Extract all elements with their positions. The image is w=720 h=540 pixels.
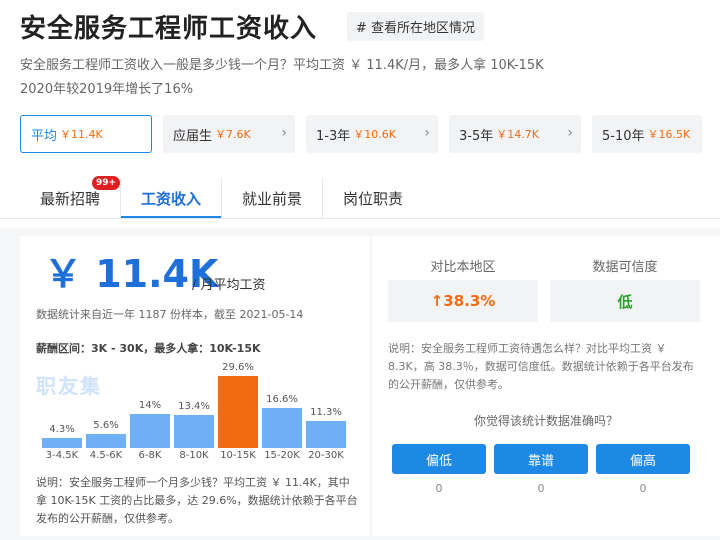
level-1-3-years[interactable]: 1-3年 ￥10.6K › [306,115,438,153]
chevron-right-icon: › [424,125,430,141]
summary: 安全服务工程师工资收入一般是多少钱一个月？平均工资 ￥ 11.4K/月，最多人拿… [20,54,544,102]
experience-level-row: 平均 ￥11.4K 应届生 ￥7.6K › 1-3年 ￥10.6K › 3-5年… [20,115,702,153]
tab-label: 工资收入 [141,189,202,208]
chart-bar [306,421,346,448]
page-title: 安全服务工程师工资收入 [20,14,318,44]
chart-tick-label: 20-30K [308,450,344,461]
level-label: 1-3年 [316,128,351,144]
accuracy-question: 你觉得该统计数据准确吗？ [473,414,618,428]
chart-data-label: 4.3% [49,424,75,435]
chart-tick-label: 10-15K [220,450,256,461]
chart-bar [218,376,258,448]
local-compare-value: ↑38.3% [388,280,538,322]
chart-data-label: 13.4% [178,401,210,412]
level-amount: ￥7.6K [215,128,251,141]
level-amount: ￥14.7K [496,128,539,141]
chart-tick-label: 15-20K [264,450,300,461]
salary-unit: / 月平均工资 [192,278,266,293]
compare-explanation: 说明：安全服务工程师工资待遇怎么样？对比平均工资 ￥ 8.3K，高 38.3％，… [388,342,694,391]
trust-heading: 数据可信度 [592,260,658,275]
tab-bar: 最新招聘 99+ 工资收入 就业前景 岗位职责 [20,176,423,219]
chart-bar [262,408,302,448]
vote-reliable-button[interactable]: 靠谱 [494,444,588,474]
tab-label: 就业前景 [242,189,303,208]
vote-low-count: 0 [435,482,443,495]
level-3-5-years[interactable]: 3-5年 ￥14.7K › [449,115,581,153]
count-badge: 99+ [91,176,121,190]
level-amount: ￥10.6K [353,128,396,141]
chart-data-label: 14% [138,400,162,411]
local-compare-heading: 对比本地区 [430,260,496,275]
title-row: 安全服务工程师工资收入 # 查看所在地区情况 [20,8,485,45]
chart-tick-label: 6-8K [138,450,162,461]
vote-high-button[interactable]: 偏高 [596,444,690,474]
chart-bar [130,414,170,448]
vote-reliable-count: 0 [537,482,545,495]
tab-latest-jobs[interactable]: 最新招聘 99+ [20,176,122,218]
level-average[interactable]: 平均 ￥11.4K [20,115,152,153]
tab-label: 岗位职责 [343,189,404,208]
chart-data-label: 11.3% [310,407,342,418]
chart-tick-label: 8-10K [179,450,209,461]
salary-card: ￥ 11.4K / 月平均工资 数据统计来自近一年 1187 份样本，截至 20… [20,236,370,536]
tab-prospects[interactable]: 就业前景 [222,178,324,218]
level-label: 应届生 [173,128,213,144]
tab-label: 最新招聘 [40,189,101,208]
chevron-right-icon: › [567,125,573,141]
sample-note: 数据统计来自近一年 1187 份样本，截至 2021-05-14 [36,308,304,321]
salary-range: 薪酬区间：3K - 30K，最多人拿：10K-15K [36,342,261,355]
salary-explanation: 说明：安全服务工程师一个月多少钱？平均工资 ￥ 11.4K，其中拿 10K-15… [36,476,358,525]
trust-value: 低 [550,280,700,322]
tab-salary[interactable]: 工资收入 [121,178,223,219]
region-button[interactable]: # 查看所在地区情况 [347,12,485,41]
tab-duties[interactable]: 岗位职责 [323,178,423,218]
summary-line-2: 2020年较2019年增长了16% [20,82,194,97]
vote-low-button[interactable]: 偏低 [392,444,486,474]
level-amount: ￥11.4K [60,128,103,141]
level-graduate[interactable]: 应届生 ￥7.6K › [163,115,295,153]
level-5-10-years[interactable]: 5-10年 ￥16.5K [592,115,702,153]
chart-bar [86,434,126,448]
chart-bar [42,438,82,448]
chart-tick-label: 3-4.5K [45,450,79,461]
chart-data-label: 5.6% [93,420,119,431]
chart-tick-label: 4.5-6K [89,450,123,461]
level-label: 3-5年 [459,128,494,144]
comparison-card: 对比本地区 数据可信度 ↑38.3% 低 说明：安全服务工程师工资待遇怎么样？对… [372,236,720,536]
summary-line-1: 安全服务工程师工资收入一般是多少钱一个月？平均工资 ￥ 11.4K/月，最多人拿… [20,58,544,73]
chart-bar [174,415,214,448]
chart-data-label: 29.6% [222,362,254,373]
salary-distribution-chart: 4.3% 3-4.5K 5.6% 4.5-6K 14% 6-8K 13.4% 8-10K 29.… [34,362,370,464]
vote-high-count: 0 [639,482,647,495]
chart-data-label: 16.6% [266,394,298,405]
tab-divider [0,218,720,219]
level-label: 平均 [31,128,58,144]
level-amount: ￥16.5K [647,128,691,141]
level-label: 5-10年 [602,128,645,144]
chevron-right-icon: › [281,125,287,141]
